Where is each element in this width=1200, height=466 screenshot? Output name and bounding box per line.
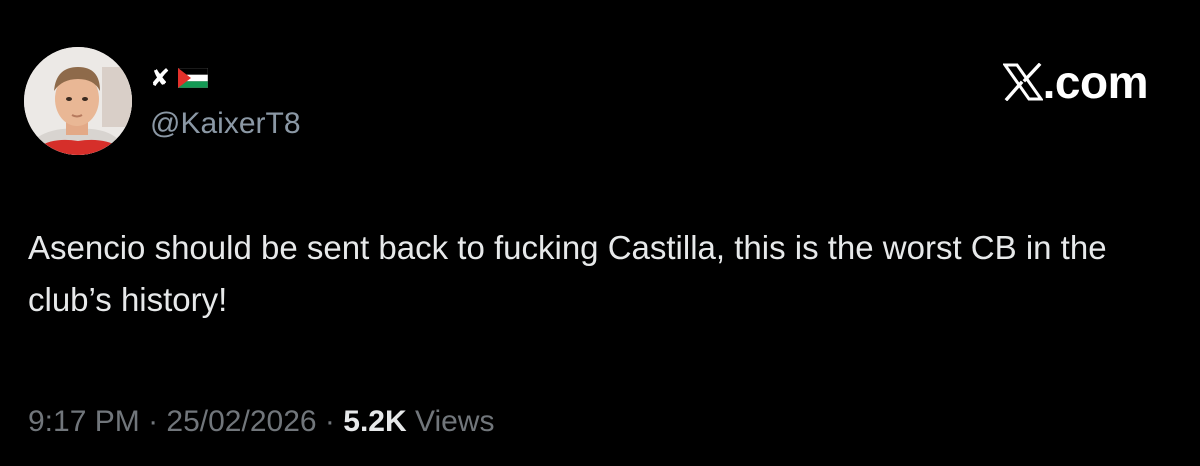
separator-dot: · bbox=[324, 405, 335, 438]
profile-photo bbox=[24, 47, 132, 155]
brand-domain-text: .com bbox=[1042, 56, 1149, 108]
avatar[interactable] bbox=[24, 47, 132, 155]
tweet-time[interactable]: 9:17 PM bbox=[28, 405, 140, 438]
user-handle[interactable]: @KaixerT8 bbox=[150, 106, 301, 142]
tweet-date[interactable]: 25/02/2026 bbox=[166, 405, 316, 438]
x-com-logo: .com bbox=[1002, 56, 1149, 108]
x-logo-icon bbox=[1002, 63, 1043, 101]
display-name[interactable]: ✘ bbox=[150, 64, 209, 92]
tweet-metadata: 9:17 PM · 25/02/2026 · 5.2K Views bbox=[28, 402, 494, 442]
tweet-card: ✘ @KaixerT8 .com Asencio should be sent … bbox=[0, 0, 1200, 466]
separator-dot: · bbox=[148, 405, 159, 438]
palestine-flag-icon bbox=[178, 68, 209, 88]
views-label: Views bbox=[414, 405, 495, 438]
views-count[interactable]: 5.2K bbox=[343, 405, 406, 438]
cross-mark-icon: ✘ bbox=[150, 64, 171, 92]
tweet-text: Asencio should be sent back to fucking C… bbox=[28, 229, 1107, 318]
